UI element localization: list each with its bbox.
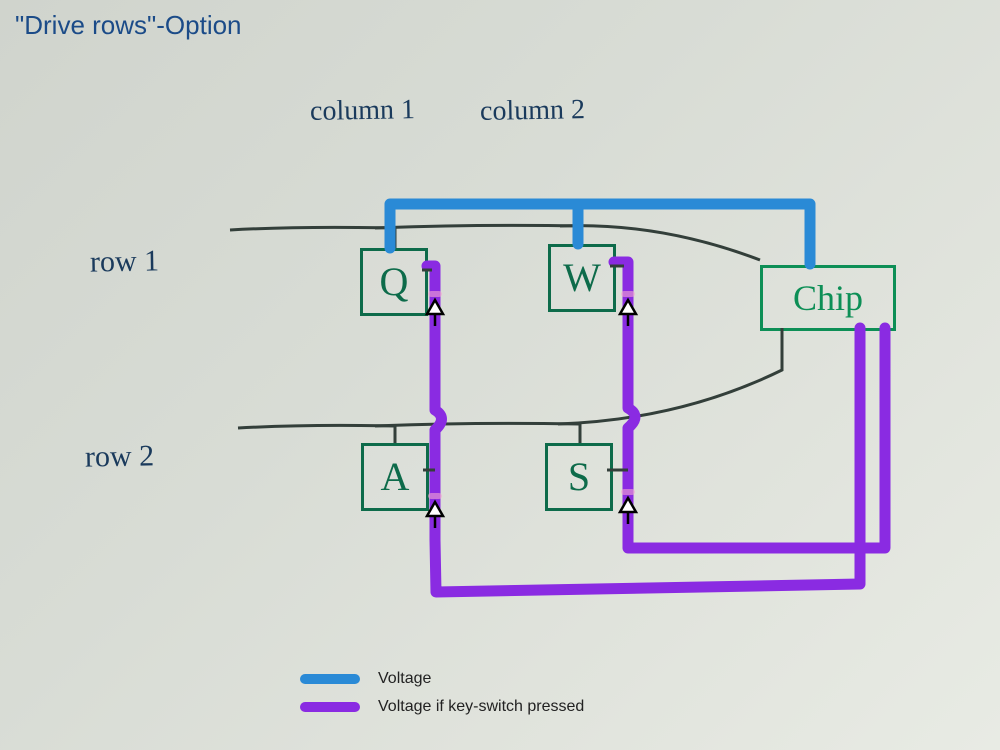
legend-swatch-voltage-pressed bbox=[300, 702, 360, 712]
key-w: W bbox=[548, 244, 616, 312]
column-1-label: column 1 bbox=[310, 94, 416, 128]
key-q: Q bbox=[360, 248, 428, 316]
column-2-label: column 2 bbox=[480, 94, 586, 128]
legend-voltage-pressed: Voltage if key-switch pressed bbox=[300, 698, 584, 716]
row-2-label: row 2 bbox=[85, 439, 155, 474]
chip-box: Chip bbox=[760, 265, 896, 331]
key-a: A bbox=[361, 443, 429, 511]
row-1-label: row 1 bbox=[90, 244, 160, 279]
legend: Voltage Voltage if key-switch pressed bbox=[300, 670, 584, 726]
key-s: S bbox=[545, 443, 613, 511]
legend-label-voltage-pressed: Voltage if key-switch pressed bbox=[378, 698, 584, 716]
page-title: "Drive rows"-Option bbox=[15, 10, 242, 41]
legend-swatch-voltage bbox=[300, 674, 360, 684]
legend-voltage: Voltage bbox=[300, 670, 584, 688]
legend-label-voltage: Voltage bbox=[378, 670, 431, 688]
